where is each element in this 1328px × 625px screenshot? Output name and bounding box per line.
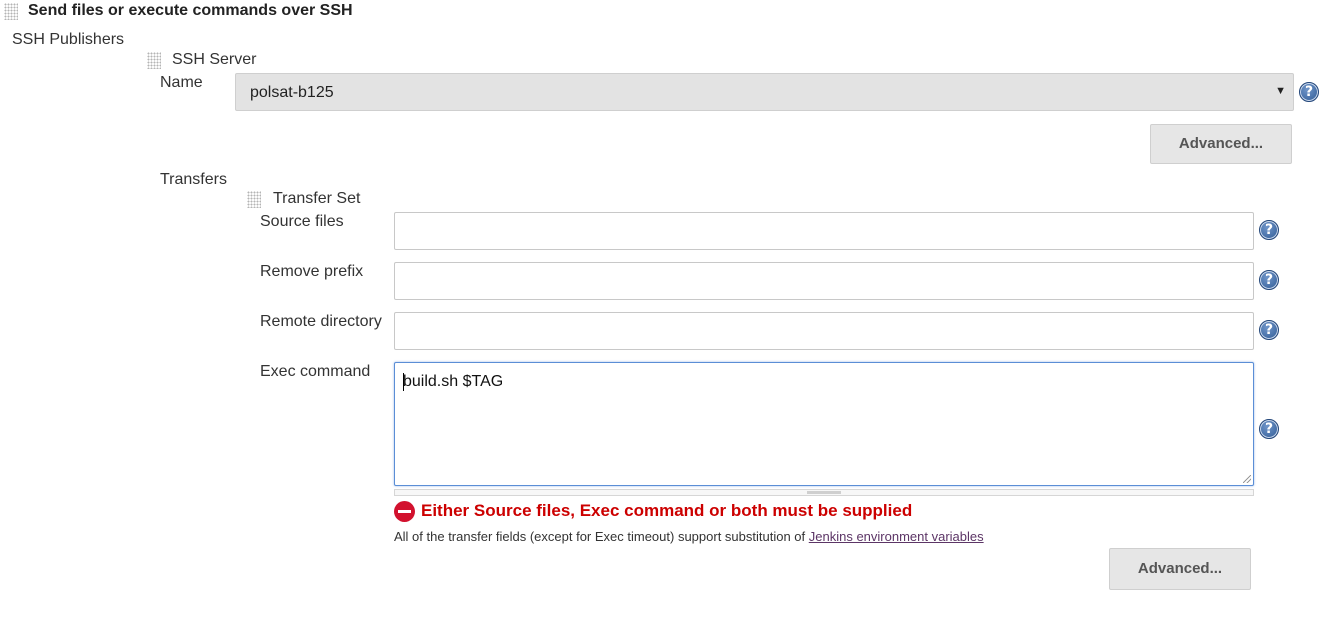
- remove-prefix-input[interactable]: [394, 262, 1254, 300]
- textarea-resize-grip[interactable]: [394, 489, 1254, 496]
- substitution-note: All of the transfer fields (except for E…: [394, 529, 984, 544]
- source-files-help-icon[interactable]: ?: [1259, 220, 1279, 240]
- resize-corner-icon[interactable]: [1243, 475, 1251, 483]
- ssh-server-advanced-button[interactable]: Advanced...: [1150, 124, 1292, 164]
- exec-command-textarea[interactable]: build.sh $TAG: [394, 362, 1254, 486]
- ssh-server-advanced-label: Advanced...: [1178, 135, 1264, 152]
- transfer-set-advanced-label: Advanced...: [1137, 560, 1223, 577]
- error-icon: [394, 501, 415, 522]
- section-title: Send files or execute commands over SSH: [28, 2, 353, 19]
- server-name-value: polsat-b125: [250, 84, 334, 101]
- transfer-set-advanced-button[interactable]: Advanced...: [1109, 548, 1251, 590]
- remote-directory-label: Remote directory: [260, 313, 382, 330]
- remote-directory-input[interactable]: [394, 312, 1254, 350]
- transfer-set-drag-handle-icon[interactable]: [247, 191, 261, 208]
- transfer-set-title: Transfer Set: [273, 190, 361, 207]
- ssh-server-drag-handle-icon[interactable]: [147, 52, 161, 69]
- exec-command-label: Exec command: [260, 363, 371, 380]
- text-caret: [403, 373, 404, 391]
- transfers-label: Transfers: [160, 171, 227, 188]
- substitution-note-text: All of the transfer fields (except for E…: [394, 529, 809, 544]
- remote-directory-help-icon[interactable]: ?: [1259, 320, 1279, 340]
- source-files-input[interactable]: [394, 212, 1254, 250]
- ssh-server-title: SSH Server: [172, 51, 257, 68]
- section-drag-handle-icon[interactable]: [4, 3, 18, 20]
- exec-command-help-icon[interactable]: ?: [1259, 419, 1279, 439]
- exec-command-text: build.sh $TAG: [403, 373, 504, 390]
- source-files-label: Source files: [260, 213, 344, 230]
- remove-prefix-help-icon[interactable]: ?: [1259, 270, 1279, 290]
- ssh-publishers-label: SSH Publishers: [12, 31, 125, 48]
- remove-prefix-label: Remove prefix: [260, 263, 364, 280]
- dropdown-arrow-icon: ▼: [1275, 85, 1286, 97]
- jenkins-env-vars-link[interactable]: Jenkins environment variables: [809, 529, 984, 544]
- error-message: Either Source files, Exec command or bot…: [421, 501, 913, 520]
- server-name-help-icon[interactable]: ?: [1299, 82, 1319, 102]
- grip-handle-icon: [807, 491, 841, 494]
- server-name-select[interactable]: polsat-b125 ▼: [235, 73, 1294, 111]
- server-name-label: Name: [160, 74, 203, 91]
